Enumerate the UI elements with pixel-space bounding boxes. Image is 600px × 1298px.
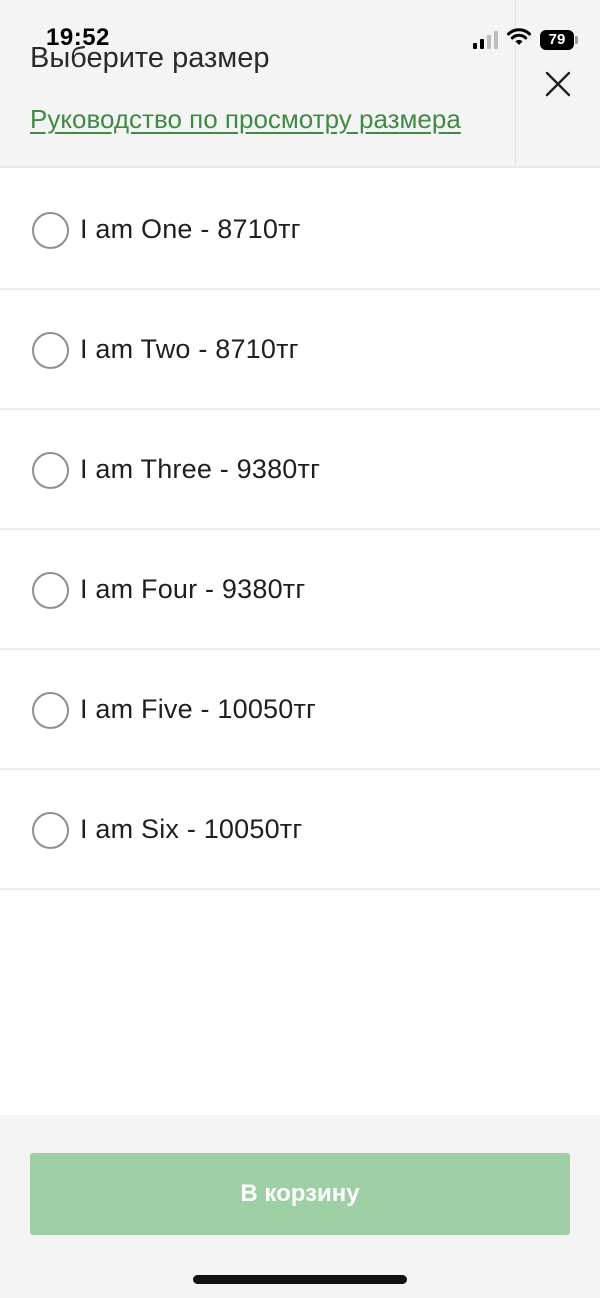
radio-button[interactable] (32, 572, 69, 609)
size-option-row[interactable]: I am One - 8710тг (0, 170, 600, 290)
size-option-label: I am Two - 8710тг (80, 334, 299, 364)
add-to-cart-button[interactable]: В корзину (30, 1153, 570, 1235)
size-option-label: I am Four - 9380тг (80, 574, 306, 604)
size-option-row[interactable]: I am Two - 8710тг (0, 290, 600, 410)
size-option-label: I am One - 8710тг (80, 214, 301, 244)
radio-button[interactable] (32, 332, 69, 369)
close-button[interactable] (540, 66, 576, 102)
status-icons: 79 (473, 27, 578, 52)
home-indicator (193, 1275, 407, 1284)
size-option-row[interactable]: I am Five - 10050тг (0, 650, 600, 770)
footer: В корзину (0, 1115, 600, 1298)
size-option-row[interactable]: I am Four - 9380тг (0, 530, 600, 650)
size-options-list: I am One - 8710тг I am Two - 8710тг I am… (0, 170, 600, 890)
cellular-signal-icon (473, 30, 498, 49)
size-option-label: I am Five - 10050тг (80, 694, 317, 724)
radio-button[interactable] (32, 692, 69, 729)
wifi-icon (506, 27, 532, 52)
size-option-label: I am Three - 9380тг (80, 454, 321, 484)
size-option-label: I am Six - 10050тг (80, 814, 303, 844)
radio-button[interactable] (32, 812, 69, 849)
battery-icon: 79 (540, 29, 578, 50)
close-icon (545, 71, 571, 97)
size-option-row[interactable]: I am Three - 9380тг (0, 410, 600, 530)
header-divider (515, 0, 516, 166)
page-title: Выберите размер (30, 42, 270, 74)
header: 19:52 79 Выберите размер Руководство по … (0, 0, 600, 168)
radio-button[interactable] (32, 212, 69, 249)
size-guide-link[interactable]: Руководство по просмотру размера (30, 104, 461, 135)
size-option-row[interactable]: I am Six - 10050тг (0, 770, 600, 890)
battery-level: 79 (548, 31, 566, 48)
size-picker-screen: 19:52 79 Выберите размер Руководство по … (0, 0, 600, 1298)
radio-button[interactable] (32, 452, 69, 489)
